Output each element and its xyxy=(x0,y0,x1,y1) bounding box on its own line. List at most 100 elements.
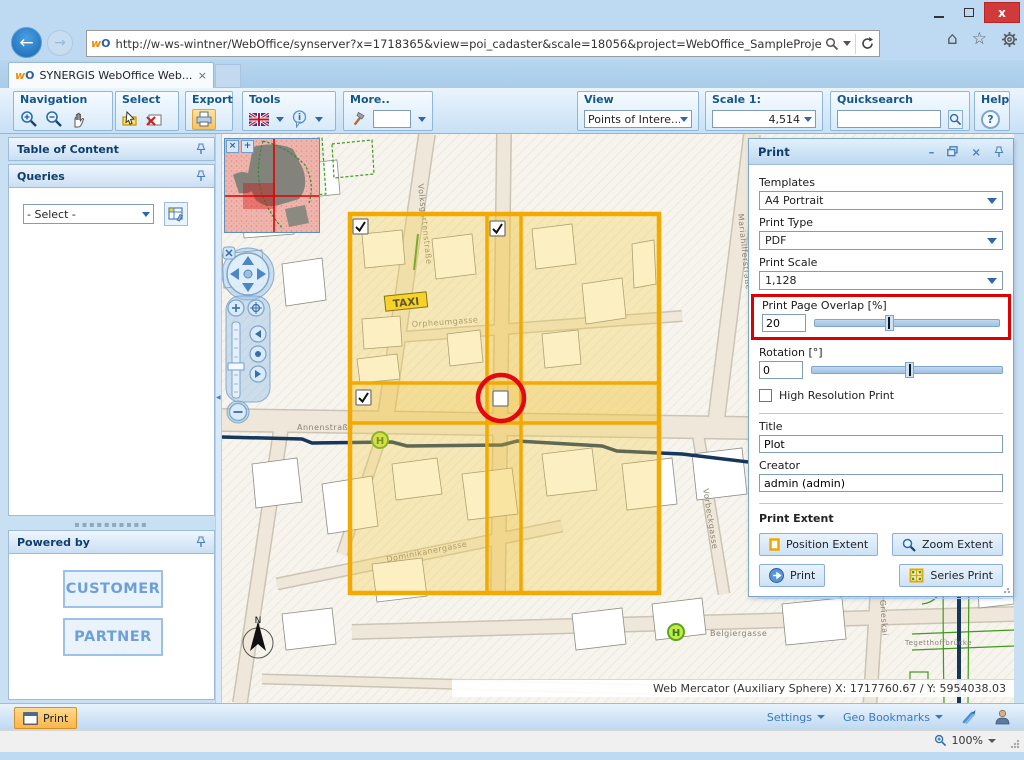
flag-dropdown-caret-icon[interactable] xyxy=(276,117,284,122)
series-print-label: Series Print xyxy=(930,569,993,582)
tab-close-icon[interactable]: × xyxy=(198,69,207,82)
panel-resize-grip[interactable] xyxy=(1003,586,1011,594)
quicksearch-input[interactable] xyxy=(837,110,941,128)
overlap-slider-thumb[interactable] xyxy=(885,315,894,331)
print-button[interactable]: Print xyxy=(759,564,825,587)
toolbar-group-scale: Scale 1: 4,514 xyxy=(705,91,823,131)
print-arrow-icon xyxy=(769,568,784,583)
overlap-input[interactable] xyxy=(762,314,806,332)
history-forward-button[interactable] xyxy=(250,366,266,382)
zoom-slider-thumb[interactable] xyxy=(228,363,244,370)
window-maximize-button[interactable] xyxy=(954,2,984,23)
print-type-select[interactable]: PDF xyxy=(759,231,1003,250)
query-select-caret-icon xyxy=(142,212,150,217)
print-task-button[interactable]: Print xyxy=(14,707,77,729)
panel-close-icon[interactable]: × xyxy=(971,145,981,159)
address-bar[interactable]: wO http://w-ws-wintner/WebOffice/synserv… xyxy=(86,30,880,57)
language-flag-icon[interactable] xyxy=(249,113,269,126)
high-resolution-checkbox[interactable] xyxy=(759,389,772,402)
pan-hand-icon[interactable] xyxy=(70,111,87,128)
back-button[interactable]: ← xyxy=(11,27,42,58)
panel-header-table-of-content[interactable]: Table of Content xyxy=(8,137,215,161)
zoom-extent-button[interactable]: Zoom Extent xyxy=(892,533,1003,556)
more-tool-select[interactable] xyxy=(373,110,411,128)
quicksearch-button[interactable] xyxy=(948,110,963,129)
pin-icon[interactable] xyxy=(994,146,1004,158)
info-dropdown-caret-icon[interactable] xyxy=(315,117,323,122)
partner-label: PARTNER xyxy=(74,629,152,645)
help-button[interactable]: ? xyxy=(981,110,1000,129)
overview-close-icon[interactable]: × xyxy=(226,140,239,153)
panel-header-powered-by[interactable]: Powered by xyxy=(8,530,215,554)
info-balloon-icon[interactable]: i xyxy=(291,110,308,128)
search-options-caret-icon[interactable] xyxy=(843,41,851,46)
series-print-button[interactable]: Series Print xyxy=(899,564,1003,587)
rotation-input[interactable] xyxy=(759,361,803,379)
workspace: Table of Content Queries - Select - ▪▪▪▪… xyxy=(0,134,1024,703)
settings-menu[interactable]: Settings xyxy=(767,711,825,724)
forward-button[interactable]: → xyxy=(47,30,73,56)
overview-move-icon[interactable]: + xyxy=(241,140,254,153)
panel-header-queries[interactable]: Queries xyxy=(8,164,215,188)
geo-bookmarks-menu[interactable]: Geo Bookmarks xyxy=(843,711,943,724)
favorites-star-icon[interactable]: ☆ xyxy=(972,29,987,49)
home-icon[interactable]: ⌂ xyxy=(947,29,958,49)
zoom-minus-button[interactable] xyxy=(230,404,247,421)
deselect-icon[interactable] xyxy=(146,111,163,127)
scale-select[interactable]: 4,514 xyxy=(712,110,816,128)
print-scale-select[interactable]: 1,128 xyxy=(759,271,1003,290)
customer-logo[interactable]: CUSTOMER xyxy=(63,570,163,608)
url-text[interactable]: http://w-ws-wintner/WebOffice/synserver?… xyxy=(116,37,821,51)
refresh-icon[interactable] xyxy=(860,36,875,51)
zoom-out-icon[interactable] xyxy=(45,110,63,128)
overview-map[interactable]: × + xyxy=(224,138,320,233)
pin-icon[interactable] xyxy=(196,170,206,182)
title-input[interactable] xyxy=(759,435,1003,453)
sidebar-map-splitter[interactable]: ◀ xyxy=(215,134,222,703)
map-navigation-widget[interactable] xyxy=(222,246,278,430)
hammer-tools-icon[interactable] xyxy=(350,111,366,127)
tools-group-label: Tools xyxy=(249,93,329,108)
view-select[interactable]: Points of Intere... xyxy=(584,110,692,128)
sidebar-splitter-handle[interactable]: ▪▪▪▪▪▪▪▪▪▪ xyxy=(8,520,215,529)
series-page-checkbox[interactable] xyxy=(356,390,371,405)
zoom-plus-button[interactable] xyxy=(228,300,244,316)
tab-strip: wO SYNERGIS WebOffice Web... × xyxy=(0,60,1024,88)
search-icon[interactable] xyxy=(825,37,839,51)
history-back-button[interactable] xyxy=(250,326,266,342)
select-icon[interactable] xyxy=(122,111,139,127)
position-extent-button[interactable]: Position Extent xyxy=(759,533,878,556)
widget-close-icon[interactable] xyxy=(223,247,235,259)
new-tab-button[interactable] xyxy=(215,64,241,88)
center-button[interactable] xyxy=(250,346,266,362)
pen-icon[interactable] xyxy=(961,709,977,725)
query-definition-button[interactable] xyxy=(164,202,188,226)
more-dropdown-caret-icon[interactable] xyxy=(418,117,426,122)
panel-restore-icon[interactable] xyxy=(947,146,958,157)
creator-input[interactable] xyxy=(759,474,1003,492)
tab-synergis-weboffice[interactable]: wO SYNERGIS WebOffice Web... × xyxy=(8,62,214,88)
print-panel-header[interactable]: Print – × xyxy=(749,139,1013,165)
overlap-slider[interactable] xyxy=(814,319,1000,327)
rotation-slider[interactable] xyxy=(811,366,1003,374)
series-page-checkbox-unchecked[interactable] xyxy=(493,391,508,406)
zoom-in-icon[interactable] xyxy=(20,110,38,128)
partner-logo[interactable]: PARTNER xyxy=(63,618,163,656)
window-minimize-button[interactable] xyxy=(924,2,954,23)
series-page-checkbox[interactable] xyxy=(490,221,505,236)
templates-select[interactable]: A4 Portrait xyxy=(759,191,1003,210)
export-active-highlight[interactable] xyxy=(192,109,216,130)
site-favicon: wO xyxy=(91,37,111,50)
full-extent-button[interactable] xyxy=(248,300,264,316)
settings-gear-icon[interactable] xyxy=(1001,31,1018,48)
query-select[interactable]: - Select - xyxy=(23,204,154,224)
panel-minimize-icon[interactable]: – xyxy=(929,145,935,159)
pin-icon[interactable] xyxy=(196,143,206,155)
series-page-checkbox[interactable] xyxy=(353,219,368,234)
user-icon[interactable] xyxy=(995,709,1010,725)
rotation-slider-thumb[interactable] xyxy=(905,362,914,378)
window-close-button[interactable]: x xyxy=(984,2,1020,23)
browser-zoom-control[interactable]: 100% xyxy=(934,734,996,747)
pin-icon[interactable] xyxy=(196,536,206,548)
window-resize-grip[interactable] xyxy=(1010,739,1020,749)
